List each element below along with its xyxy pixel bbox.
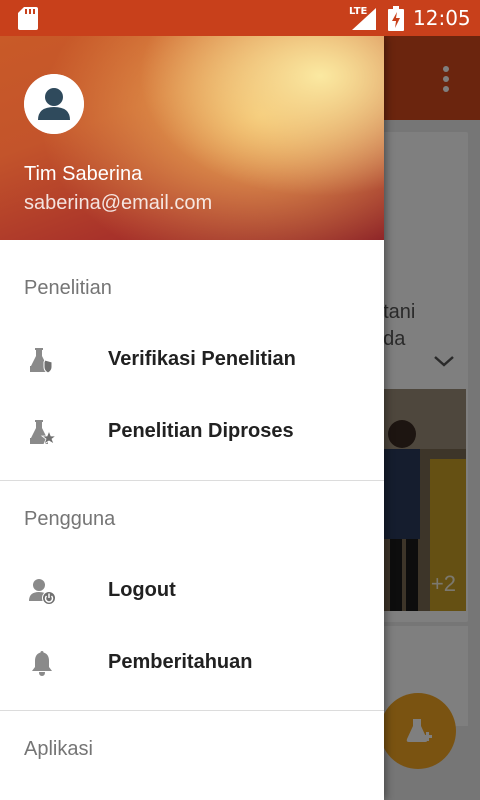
avatar[interactable] xyxy=(24,74,84,134)
menu-item-pemberitahuan[interactable]: Pemberitahuan xyxy=(0,627,384,699)
menu-item-label: Logout xyxy=(108,579,176,601)
status-bar: LTE 12:05 xyxy=(0,0,480,36)
sd-card-icon xyxy=(18,7,38,30)
menu-item-logout[interactable]: Logout xyxy=(0,555,384,627)
menu-item-penelitian-diproses[interactable]: Penelitian Diproses xyxy=(0,396,384,468)
menu-item-verifikasi-penelitian[interactable]: Verifikasi Penelitian xyxy=(0,324,384,396)
clock: 12:05 xyxy=(413,6,471,30)
signal-icon xyxy=(352,8,376,30)
drawer-header: Tim Saberina saberina@email.com xyxy=(0,36,384,240)
section-title-penelitian: Penelitian xyxy=(24,277,112,299)
flask-star-icon xyxy=(30,420,56,445)
section-divider xyxy=(0,480,384,481)
user-email: saberina@email.com xyxy=(24,192,213,214)
bell-icon xyxy=(32,651,52,676)
menu-item-label: Pemberitahuan xyxy=(108,651,253,673)
menu-item-label: Verifikasi Penelitian xyxy=(108,348,296,370)
flask-shield-icon xyxy=(30,348,53,374)
user-power-icon xyxy=(29,579,56,605)
section-title-pengguna: Pengguna xyxy=(24,508,116,530)
user-name: Tim Saberina xyxy=(24,163,143,185)
section-divider xyxy=(0,710,384,711)
user-avatar-icon xyxy=(24,74,84,134)
section-title-aplikasi: Aplikasi xyxy=(24,738,93,760)
menu-item-label: Penelitian Diproses xyxy=(108,420,294,442)
navigation-drawer: Tim Saberina saberina@email.com Peneliti… xyxy=(0,36,384,800)
battery-icon xyxy=(388,6,404,31)
